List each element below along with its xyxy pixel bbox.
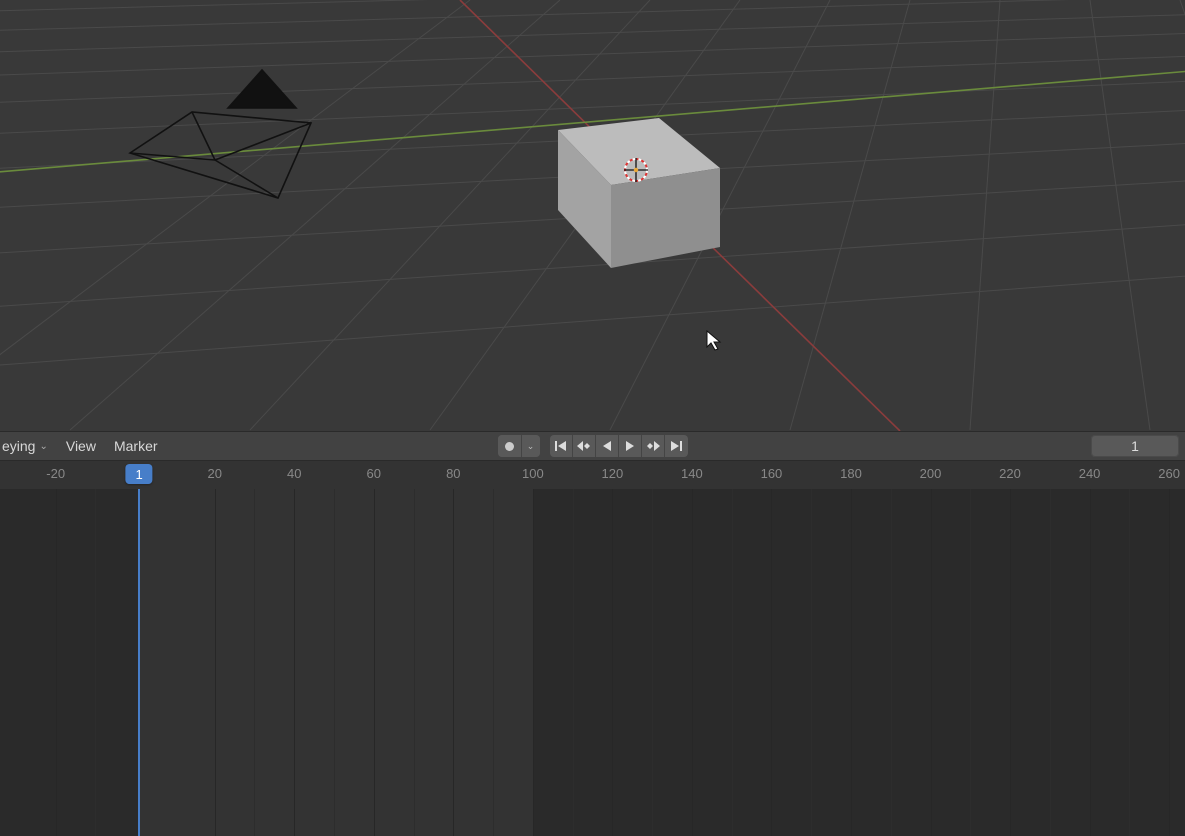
- marker-label: Marker: [114, 438, 158, 454]
- gridline-major: [1169, 489, 1170, 836]
- viewport-3d[interactable]: [0, 0, 1185, 431]
- ruler-tick: 160: [761, 466, 783, 481]
- record-icon: [505, 442, 514, 451]
- keying-label: eying: [2, 438, 35, 454]
- gridline-minor: [970, 489, 971, 836]
- gridline-major: [294, 489, 295, 836]
- gridline-minor: [1050, 489, 1051, 836]
- gridline-minor: [891, 489, 892, 836]
- gridline-minor: [811, 489, 812, 836]
- jump-end-icon: [669, 440, 683, 452]
- gridline-major: [453, 489, 454, 836]
- chevron-down-icon: ⌄: [39, 441, 47, 452]
- gridline-minor: [95, 489, 96, 836]
- gridline-major: [771, 489, 772, 836]
- gridline-major: [374, 489, 375, 836]
- timeline-toolbar: eying ⌄ View Marker ⌄: [0, 431, 1185, 461]
- current-frame-value: 1: [1131, 438, 1139, 454]
- ruler-tick: 80: [446, 466, 460, 481]
- ruler-tick: 200: [920, 466, 942, 481]
- gridline-minor: [493, 489, 494, 836]
- keyframe-prev-button[interactable]: [573, 435, 596, 457]
- marker-menu[interactable]: Marker: [112, 438, 160, 454]
- ruler-tick: 140: [681, 466, 703, 481]
- gridline-minor: [1129, 489, 1130, 836]
- viewport-scene: [0, 0, 1185, 431]
- playhead[interactable]: [138, 489, 140, 836]
- play-reverse-button[interactable]: [596, 435, 619, 457]
- playhead-frame-badge[interactable]: 1: [126, 464, 153, 484]
- jump-end-button[interactable]: [665, 435, 688, 457]
- ruler-tick: 180: [840, 466, 862, 481]
- ruler-tick: 100: [522, 466, 544, 481]
- keyframe-next-icon: [645, 440, 661, 452]
- cursor-3d: [624, 158, 648, 182]
- gridline-minor: [652, 489, 653, 836]
- gridline-major: [612, 489, 613, 836]
- jump-start-button[interactable]: [550, 435, 573, 457]
- autokey-record-button[interactable]: [498, 435, 522, 457]
- gridline-minor: [254, 489, 255, 836]
- view-menu[interactable]: View: [64, 438, 98, 454]
- jump-start-icon: [554, 440, 568, 452]
- ruler-tick: 20: [207, 466, 221, 481]
- timeline-tracks[interactable]: [0, 489, 1185, 836]
- gridline-major: [56, 489, 57, 836]
- gridline-minor: [334, 489, 335, 836]
- timeline-ruler[interactable]: -20 20 40 60 80 100 120 140 160 180 200 220 240 260 1: [0, 461, 1185, 489]
- ruler-tick: 260: [1158, 466, 1180, 481]
- gridline-major: [1090, 489, 1091, 836]
- keyframe-next-button[interactable]: [642, 435, 665, 457]
- autokey-dropdown[interactable]: ⌄: [522, 435, 540, 457]
- ruler-tick: 220: [999, 466, 1021, 481]
- autokey-group: ⌄: [498, 435, 540, 457]
- ruler-tick: -20: [46, 466, 65, 481]
- ruler-tick: 60: [367, 466, 381, 481]
- gridline-major: [931, 489, 932, 836]
- gridline-major: [851, 489, 852, 836]
- keyframe-prev-icon: [576, 440, 592, 452]
- view-label: View: [66, 438, 96, 454]
- cube-object[interactable]: [558, 118, 720, 268]
- gridline-major: [1010, 489, 1011, 836]
- ruler-tick: 240: [1079, 466, 1101, 481]
- gridline-minor: [414, 489, 415, 836]
- keying-menu[interactable]: eying ⌄: [0, 438, 50, 454]
- play-reverse-icon: [601, 440, 613, 452]
- gridline-major: [215, 489, 216, 836]
- ruler-tick: 120: [602, 466, 624, 481]
- play-button[interactable]: [619, 435, 642, 457]
- gridline-major: [533, 489, 534, 836]
- gridline-minor: [573, 489, 574, 836]
- ruler-tick: 40: [287, 466, 301, 481]
- play-icon: [624, 440, 636, 452]
- gridline-minor: [732, 489, 733, 836]
- camera-object[interactable]: [130, 70, 311, 198]
- current-frame-field[interactable]: 1: [1091, 435, 1179, 457]
- playback-controls: [550, 435, 688, 457]
- chevron-down-icon: ⌄: [527, 441, 535, 452]
- gridline-major: [692, 489, 693, 836]
